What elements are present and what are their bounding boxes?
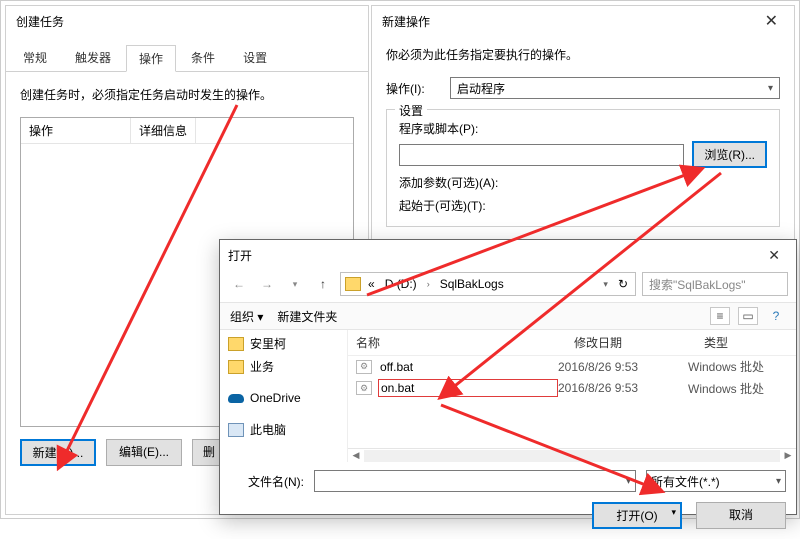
file-type: Windows 批处 xyxy=(688,358,788,375)
scroll-left-icon[interactable]: ◀ xyxy=(348,450,364,461)
chevron-down-icon: ▾ xyxy=(776,476,781,487)
filetype-filter[interactable]: 所有文件(*.*) ▾ xyxy=(646,470,786,492)
create-task-instruction: 创建任务时，必须指定任务启动时发生的操作。 xyxy=(20,86,354,103)
sidebar-item-label: OneDrive xyxy=(250,391,301,405)
pc-icon xyxy=(228,423,244,437)
breadcrumb-root[interactable]: « xyxy=(365,277,378,291)
file-date: 2016/8/26 9:53 xyxy=(558,360,688,374)
startin-label: 起始于(可选)(T): xyxy=(399,197,767,214)
file-type: Windows 批处 xyxy=(688,380,788,397)
args-label: 添加参数(可选)(A): xyxy=(399,174,767,191)
file-list: 名称 修改日期 类型 ⚙ off.bat 2016/8/26 9:53 Wind… xyxy=(348,330,796,462)
program-input[interactable] xyxy=(399,144,684,166)
new-action-instruction: 你必须为此任务指定要执行的操作。 xyxy=(386,46,780,63)
nav-back-icon[interactable]: ← xyxy=(228,273,250,295)
details-pane-icon[interactable]: ▭ xyxy=(738,307,758,325)
folder-icon xyxy=(228,360,244,374)
file-row[interactable]: ⚙ on.bat 2016/8/26 9:53 Windows 批处 xyxy=(348,377,796,399)
open-button-label: 打开(O) xyxy=(616,509,657,523)
refresh-icon[interactable]: ↻ xyxy=(615,277,631,291)
tab-general[interactable]: 常规 xyxy=(10,44,60,71)
col-details[interactable]: 详细信息 xyxy=(131,118,196,143)
chevron-down-icon: ▾ xyxy=(671,507,676,518)
chevron-right-icon: › xyxy=(424,279,433,289)
open-toolbar: 组织 ▾ 新建文件夹 ≡ ▭ ? xyxy=(220,302,796,330)
sidebar-item-thispc[interactable]: 此电脑 xyxy=(220,418,347,441)
settings-legend: 设置 xyxy=(395,102,427,119)
open-title: 打开 xyxy=(228,247,252,264)
file-date: 2016/8/26 9:53 xyxy=(558,381,688,395)
nav-up-icon[interactable]: ↑ xyxy=(312,273,334,295)
col-date[interactable]: 修改日期 xyxy=(566,330,696,355)
breadcrumb-folder[interactable]: SqlBakLogs xyxy=(437,277,507,291)
cancel-button[interactable]: 取消 xyxy=(696,502,786,529)
sidebar-item-label: 此电脑 xyxy=(250,421,286,438)
chevron-down-icon: ▾ xyxy=(626,476,631,487)
settings-fieldset: 设置 程序或脚本(P): 浏览(R)... 添加参数(可选)(A): 起始于(可… xyxy=(386,109,780,227)
file-name: on.bat xyxy=(378,379,558,397)
action-label: 操作(I): xyxy=(386,80,450,97)
filename-label: 文件名(N): xyxy=(230,473,304,490)
col-name[interactable]: 名称 xyxy=(348,330,566,355)
tab-conditions[interactable]: 条件 xyxy=(178,44,228,71)
chevron-down-icon: ▾ xyxy=(768,83,773,94)
sidebar-item-label: 业务 xyxy=(250,358,274,375)
open-dialog: 打开 ✕ ← → ▾ ↑ « D (D:) › SqlBakLogs ▾ ↻ 搜… xyxy=(219,239,797,515)
col-type[interactable]: 类型 xyxy=(696,330,796,355)
action-select[interactable]: 启动程序 ▾ xyxy=(450,77,780,99)
edit-button[interactable]: 编辑(E)... xyxy=(106,439,182,466)
filename-input[interactable]: ▾ xyxy=(314,470,636,492)
open-sidebar: 安里柯 业务 OneDrive 此电脑 xyxy=(220,330,348,462)
col-action[interactable]: 操作 xyxy=(21,118,131,143)
open-titlebar: 打开 ✕ xyxy=(220,240,796,270)
close-icon[interactable]: ✕ xyxy=(760,245,788,266)
create-task-tabs: 常规 触发器 操作 条件 设置 xyxy=(6,36,368,72)
search-input[interactable]: 搜索"SqlBakLogs" xyxy=(642,272,788,296)
breadcrumb-drive[interactable]: D (D:) xyxy=(382,277,420,291)
tab-settings[interactable]: 设置 xyxy=(230,44,280,71)
sidebar-item-folder1[interactable]: 安里柯 xyxy=(220,332,347,355)
program-label: 程序或脚本(P): xyxy=(399,120,767,137)
open-button[interactable]: 打开(O) ▾ xyxy=(592,502,682,529)
view-options-icon[interactable]: ≡ xyxy=(710,307,730,325)
sidebar-item-onedrive[interactable]: OneDrive xyxy=(220,388,347,408)
browse-button[interactable]: 浏览(R)... xyxy=(692,141,767,168)
chevron-down-icon[interactable]: ▾ xyxy=(600,279,611,290)
new-button[interactable]: 新建(N)... xyxy=(20,439,96,466)
chevron-down-icon[interactable]: ▾ xyxy=(284,273,306,295)
tab-actions[interactable]: 操作 xyxy=(126,45,176,72)
filter-value: 所有文件(*.*) xyxy=(651,473,720,490)
scroll-right-icon[interactable]: ▶ xyxy=(780,450,796,461)
folder-icon xyxy=(345,277,361,291)
tab-triggers[interactable]: 触发器 xyxy=(62,44,124,71)
create-task-titlebar: 创建任务 xyxy=(6,6,368,36)
sidebar-item-label: 安里柯 xyxy=(250,335,286,352)
help-icon[interactable]: ? xyxy=(766,307,786,325)
sidebar-item-folder2[interactable]: 业务 xyxy=(220,355,347,378)
nav-forward-icon[interactable]: → xyxy=(256,273,278,295)
batch-file-icon: ⚙ xyxy=(356,360,372,374)
batch-file-icon: ⚙ xyxy=(356,381,372,395)
file-name: off.bat xyxy=(378,359,558,375)
new-action-window: 新建操作 ✕ 你必须为此任务指定要执行的操作。 操作(I): 启动程序 ▾ 设置… xyxy=(371,5,795,245)
new-folder-button[interactable]: 新建文件夹 xyxy=(277,308,337,325)
create-task-title: 创建任务 xyxy=(16,13,64,30)
onedrive-icon xyxy=(228,391,244,405)
open-nav: ← → ▾ ↑ « D (D:) › SqlBakLogs ▾ ↻ 搜索"Sql… xyxy=(220,270,796,302)
folder-icon xyxy=(228,337,244,351)
organize-menu[interactable]: 组织 ▾ xyxy=(230,308,263,325)
horizontal-scrollbar[interactable]: ◀ ▶ xyxy=(348,448,796,462)
action-select-value: 启动程序 xyxy=(457,80,505,97)
address-bar[interactable]: « D (D:) › SqlBakLogs ▾ ↻ xyxy=(340,272,636,296)
search-placeholder: 搜索"SqlBakLogs" xyxy=(649,276,746,293)
new-action-title: 新建操作 xyxy=(382,13,430,30)
close-icon[interactable]: ✕ xyxy=(759,11,784,31)
file-row[interactable]: ⚙ off.bat 2016/8/26 9:53 Windows 批处 xyxy=(348,356,796,377)
new-action-titlebar: 新建操作 ✕ xyxy=(372,6,794,36)
